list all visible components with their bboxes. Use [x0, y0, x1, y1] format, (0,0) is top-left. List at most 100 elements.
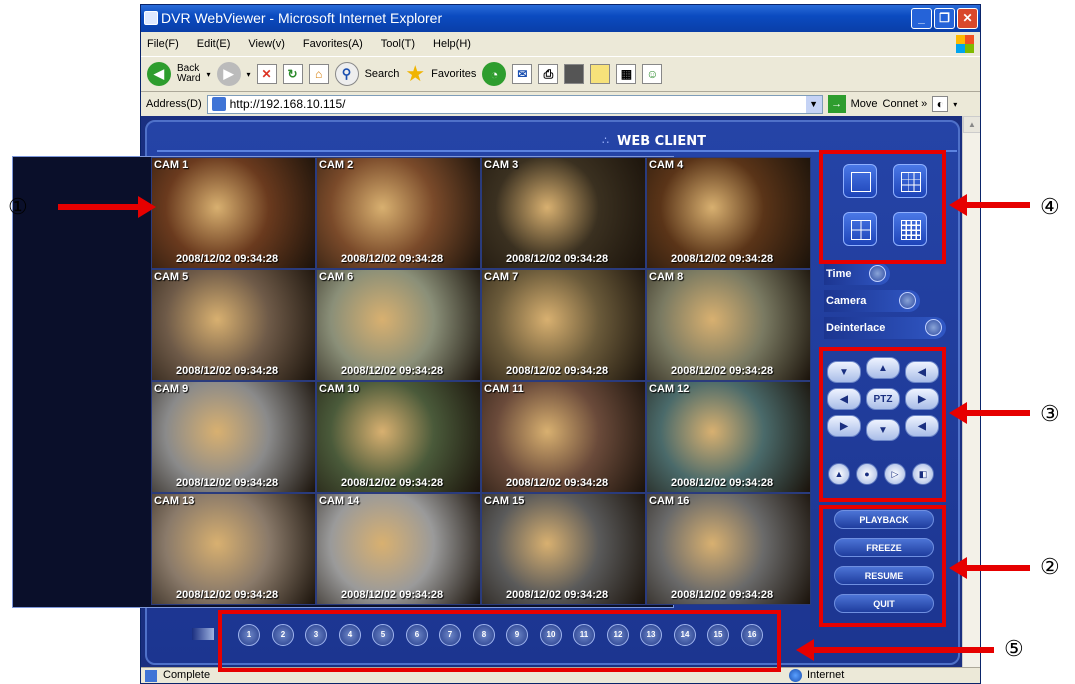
favorites-button[interactable]: Favorites [431, 68, 476, 80]
menu-view[interactable]: View(v) [248, 38, 284, 50]
menu-tool[interactable]: Tool(T) [381, 38, 415, 50]
camera-tile[interactable]: CAM 10 2008/12/02 09:34:28 [316, 381, 481, 493]
camera-tile[interactable]: CAM 16 2008/12/02 09:34:28 [646, 493, 811, 605]
menu-favorites[interactable]: Favorites(A) [303, 38, 363, 50]
callout-arrow-5 [796, 639, 994, 661]
camera-tile[interactable]: CAM 6 2008/12/02 09:34:28 [316, 269, 481, 381]
camera-tile[interactable]: CAM 4 2008/12/02 09:34:28 [646, 157, 811, 269]
camera-timestamp: 2008/12/02 09:34:28 [506, 589, 609, 601]
search-button[interactable]: Search [365, 68, 400, 80]
camera-tile[interactable]: CAM 1 2008/12/02 09:34:28 [151, 157, 316, 269]
back-dropdown-icon[interactable]: ▾ [207, 70, 211, 79]
menu-help[interactable]: Help(H) [433, 38, 471, 50]
camera-timestamp: 2008/12/02 09:34:28 [341, 253, 444, 265]
camera-tile[interactable]: CAM 14 2008/12/02 09:34:28 [316, 493, 481, 605]
go-arrow-icon[interactable]: → [827, 95, 846, 113]
forward-arrow-icon[interactable]: ▶ [216, 62, 241, 86]
favorites-star-icon[interactable]: ★ [405, 61, 425, 87]
plug-icon [192, 628, 214, 640]
edit-icon[interactable] [564, 64, 585, 84]
address-input[interactable]: http://192.168.10.115/ ▼ [206, 94, 823, 114]
time-toggle[interactable]: Time [824, 263, 890, 285]
maximize-button[interactable]: ❐ [934, 8, 955, 29]
callout-box-2 [819, 505, 946, 627]
address-label: Address(D) [146, 98, 202, 110]
minimize-button[interactable]: _ [911, 8, 932, 29]
camera-timestamp: 2008/12/02 09:34:28 [341, 365, 444, 377]
camera-tile[interactable]: CAM 11 2008/12/02 09:34:28 [481, 381, 646, 493]
camera-tile[interactable]: CAM 2 2008/12/02 09:34:28 [316, 157, 481, 269]
camera-tile[interactable]: CAM 13 2008/12/02 09:34:28 [151, 493, 316, 605]
camera-label: Camera [826, 295, 867, 307]
camera-knob-icon[interactable] [899, 292, 916, 309]
callout-arrow-4 [949, 194, 1030, 216]
camera-timestamp: 2008/12/02 09:34:28 [506, 253, 609, 265]
toolbar: ◀ Back Ward ▾ ▶ ▾ ✕ ↻ ⌂ ⚲ Search ★ Favori… [141, 56, 980, 92]
home-icon[interactable]: ⌂ [308, 64, 329, 84]
menu-file[interactable]: File(F) [147, 38, 179, 50]
camera-label: CAM 4 [649, 159, 684, 171]
search-icon[interactable]: ⚲ [334, 62, 359, 86]
camera-tile[interactable]: CAM 7 2008/12/02 09:34:28 [481, 269, 646, 381]
camera-label: CAM 13 [154, 495, 195, 507]
mail-icon[interactable]: ✉ [512, 64, 533, 84]
security-zone: Internet [787, 668, 844, 683]
forward-dropdown-icon[interactable]: ▾ [247, 70, 251, 79]
refresh-icon[interactable]: ↻ [282, 64, 303, 84]
camera-label: CAM 2 [319, 159, 354, 171]
discuss-icon[interactable] [590, 64, 611, 84]
camera-label: CAM 9 [154, 383, 189, 395]
camera-label: CAM 16 [649, 495, 690, 507]
camera-label: CAM 15 [484, 495, 525, 507]
callout-arrow-1 [58, 196, 156, 218]
camera-timestamp: 2008/12/02 09:34:28 [341, 589, 444, 601]
callout-number-1: ① [8, 195, 28, 220]
camera-timestamp: 2008/12/02 09:34:28 [176, 477, 279, 489]
windows-logo-icon [956, 35, 974, 53]
scroll-up-icon[interactable]: ▲ [963, 116, 980, 133]
deinterlace-toggle[interactable]: Deinterlace [824, 317, 946, 339]
camera-timestamp: 2008/12/02 09:34:28 [176, 253, 279, 265]
history-icon[interactable]: ◔ [482, 62, 507, 86]
callout-number-4: ④ [1040, 195, 1060, 220]
close-button[interactable]: ✕ [957, 8, 978, 29]
address-dropdown-icon[interactable]: ▼ [805, 95, 822, 113]
back-arrow-icon[interactable]: ◀ [147, 62, 171, 86]
research-icon[interactable]: ▦ [616, 64, 637, 84]
move-button[interactable]: Move [851, 98, 878, 110]
camera-tile[interactable]: CAM 12 2008/12/02 09:34:28 [646, 381, 811, 493]
camera-tile[interactable]: CAM 3 2008/12/02 09:34:28 [481, 157, 646, 269]
camera-label: CAM 14 [319, 495, 360, 507]
time-label: Time [826, 268, 852, 280]
callout-arrow-2 [949, 557, 1030, 579]
camera-tile[interactable]: CAM 15 2008/12/02 09:34:28 [481, 493, 646, 605]
deinterlace-knob-icon[interactable] [925, 319, 942, 336]
extension-icon[interactable]: ◐ [932, 96, 949, 112]
camera-timestamp: 2008/12/02 09:34:28 [671, 477, 774, 489]
back-button[interactable]: Back Ward [177, 64, 201, 84]
camera-label: CAM 12 [649, 383, 690, 395]
time-knob-icon[interactable] [869, 265, 886, 282]
connect-links[interactable]: Connet » [883, 98, 928, 110]
callout-number-3: ③ [1040, 402, 1060, 427]
zone-label: Internet [807, 669, 845, 681]
camera-label: CAM 5 [154, 271, 189, 283]
callout-number-5: ⑤ [1004, 637, 1024, 662]
extension-dropdown-icon[interactable]: ▾ [953, 100, 957, 109]
callout-arrow-3 [949, 402, 1030, 424]
camera-label: CAM 6 [319, 271, 354, 283]
camera-label: CAM 11 [484, 383, 524, 395]
stop-icon[interactable]: ✕ [256, 64, 277, 84]
camera-tile[interactable]: CAM 5 2008/12/02 09:34:28 [151, 269, 316, 381]
print-icon[interactable]: ⎙ [538, 64, 559, 84]
camera-timestamp: 2008/12/02 09:34:28 [671, 589, 774, 601]
messenger-icon[interactable]: ☺ [642, 64, 663, 84]
camera-label: CAM 3 [484, 159, 519, 171]
callout-number-2: ② [1040, 555, 1060, 580]
camera-tile[interactable]: CAM 9 2008/12/02 09:34:28 [151, 381, 316, 493]
menu-edit[interactable]: Edit(E) [197, 38, 231, 50]
camera-tile[interactable]: CAM 8 2008/12/02 09:34:28 [646, 269, 811, 381]
status-text: Complete [163, 669, 211, 681]
camera-toggle[interactable]: Camera [824, 290, 920, 312]
camera-label: CAM 8 [649, 271, 684, 283]
